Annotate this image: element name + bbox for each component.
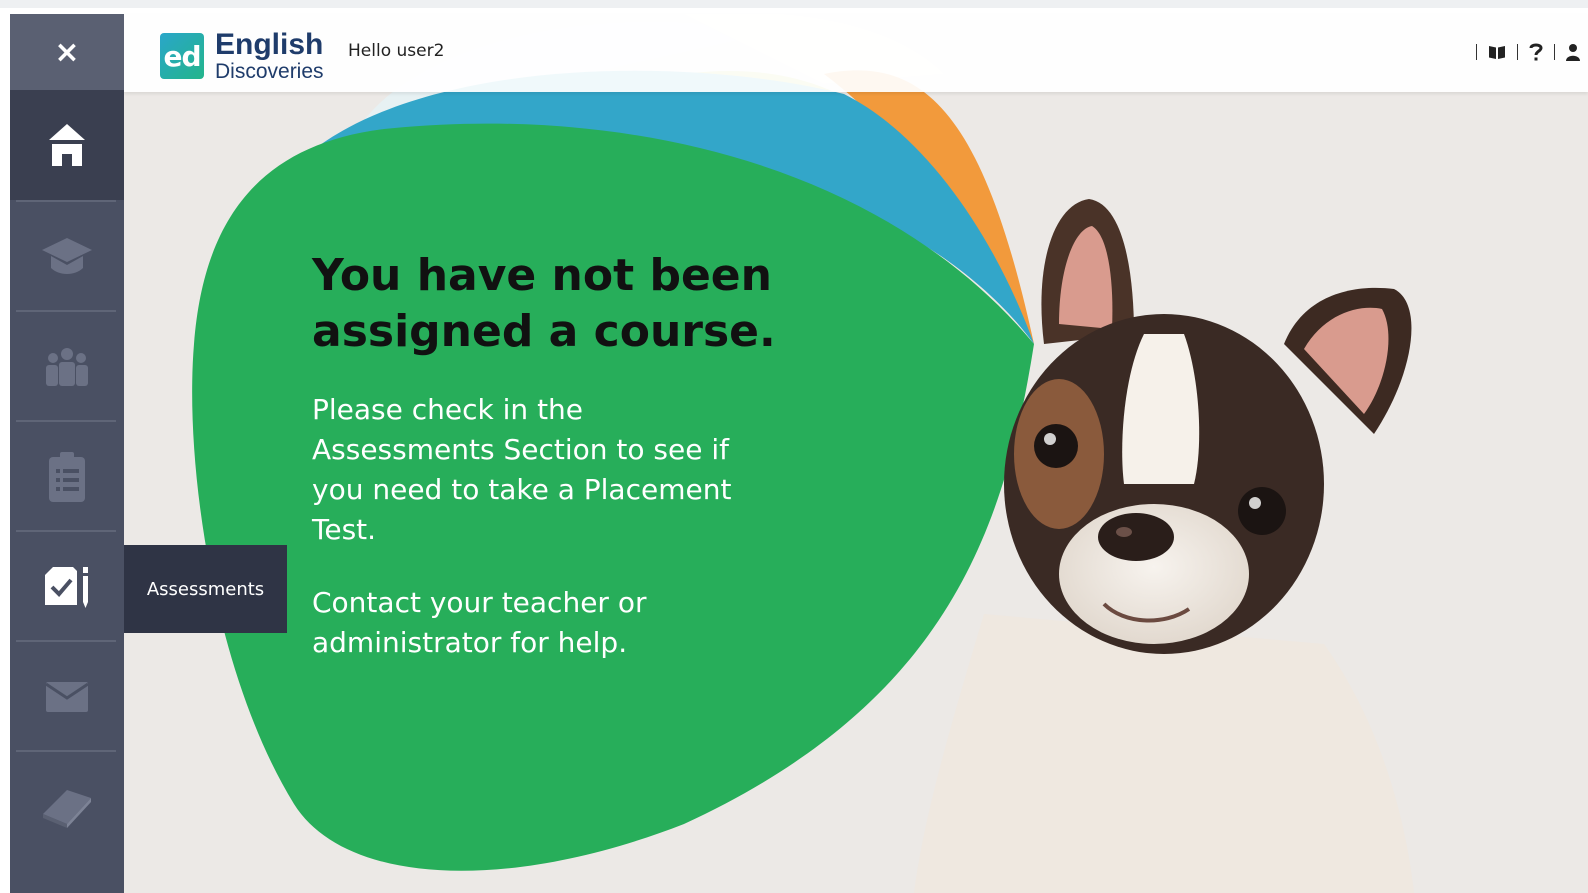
contact-help-text: Contact your teacher or administrator fo… <box>312 586 647 659</box>
sidebar-item-courses[interactable] <box>10 202 124 312</box>
toolbar-divider <box>1476 44 1477 60</box>
top-header: ed English Discoveries Hello user2 <box>124 14 1588 92</box>
placement-test-instructions: Please check in the Assessments Section … <box>312 393 732 546</box>
greeting-text: Hello user2 <box>348 41 445 61</box>
sidebar-nav: × <box>10 14 124 893</box>
sidebar-item-tasks[interactable] <box>10 422 124 532</box>
group-icon <box>46 348 88 386</box>
sidebar-item-library[interactable] <box>10 752 124 862</box>
profile-button[interactable] <box>1566 43 1580 61</box>
close-menu-button[interactable]: × <box>10 14 124 90</box>
sidebar-item-community[interactable] <box>10 312 124 422</box>
question-icon <box>1529 43 1543 61</box>
open-book-icon <box>1489 46 1505 59</box>
ed-logo-mark: ed <box>160 33 204 79</box>
envelope-icon <box>45 682 89 712</box>
user-icon <box>1566 44 1580 61</box>
assessment-icon <box>45 567 88 608</box>
toolbar-divider <box>1554 44 1555 60</box>
book-icon <box>43 790 91 828</box>
clipboard-icon <box>49 452 85 502</box>
brand-wordmark: English Discoveries <box>215 28 324 83</box>
brand-line-1: English <box>215 28 324 61</box>
sidebar-item-home[interactable] <box>10 90 124 200</box>
graduation-cap-icon <box>42 238 92 274</box>
home-icon <box>49 124 85 166</box>
sidebar-item-assessments[interactable] <box>10 532 124 642</box>
help-button[interactable] <box>1529 42 1543 62</box>
no-course-headline: You have not been assigned a course. <box>312 250 776 357</box>
dictionary-button[interactable] <box>1488 44 1506 60</box>
brand-line-2: Discoveries <box>215 60 324 83</box>
sidebar-item-messages[interactable] <box>10 642 124 752</box>
assessments-tooltip: Assessments <box>124 545 287 633</box>
toolbar-divider <box>1517 44 1518 60</box>
header-toolbar <box>1465 42 1588 62</box>
brand-logo[interactable]: ed English Discoveries <box>160 30 324 82</box>
window-top-strip <box>0 0 1588 8</box>
app-window: ed English Discoveries Hello user2 × Ass… <box>0 0 1588 893</box>
close-icon: × <box>54 34 80 70</box>
